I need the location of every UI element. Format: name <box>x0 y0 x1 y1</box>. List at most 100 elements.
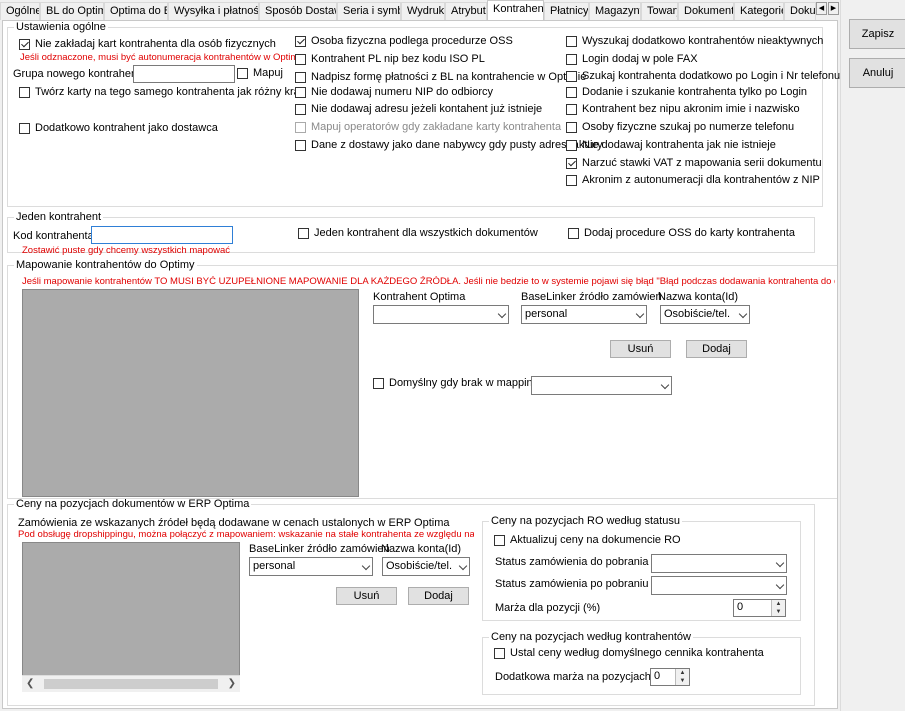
force-vat-label: Narzuć stawki VAT z mapowania serii doku… <box>582 157 822 169</box>
cancel-button[interactable]: Anuluj <box>849 58 905 88</box>
no-address-label: Nie dodawaj adresu jeżeli kontahent już … <box>311 103 543 115</box>
group-input[interactable] <box>133 65 235 83</box>
create-cards-same-checkbox[interactable]: Twórz karty na tego samego kontrahenta j… <box>19 86 302 98</box>
default-price-checkbox[interactable]: Ustal ceny według domyślnego cennika kon… <box>494 647 764 659</box>
mapping-warning: Jeśli mapowanie kontrahentów TO MUSI BYĆ… <box>22 276 835 287</box>
add-oss-checkbox[interactable]: Dodaj procedure OSS do karty kontrahenta <box>568 227 795 239</box>
default-price-label: Ustal ceny według domyślnego cennika kon… <box>510 647 764 659</box>
no-add-if-missing-checkbox[interactable]: Nie dodawaj kontrahenta jak nie istnieje <box>566 139 776 151</box>
tab-atrybuty[interactable]: Atrybuty <box>445 2 487 20</box>
map-operators-checkbox[interactable]: Mapuj operatorów gdy zakładane karty kon… <box>295 121 561 133</box>
oss-private-checkbox[interactable]: Osoba fizyczna podlega procedurze OSS <box>295 35 513 47</box>
scroll-right-icon[interactable]: ❯ <box>228 678 236 689</box>
ro-status-before-select[interactable] <box>651 554 787 573</box>
prices-source-select[interactable]: personal <box>249 557 373 576</box>
chevron-down-icon <box>775 580 785 590</box>
ro-update-label: Aktualizuj ceny na dokumencie RO <box>510 534 681 546</box>
mapping-add-button[interactable]: Dodaj <box>686 340 747 358</box>
code-hint: Zostawić puste gdy chcemy wszystkich map… <box>22 245 231 256</box>
tab-dokumenty[interactable]: Dokumenty <box>678 2 734 20</box>
ro-status-before-label: Status zamówienia do pobrania <box>495 556 649 568</box>
map-label: Mapuj <box>253 67 283 79</box>
map-checkbox[interactable]: Mapuj <box>237 67 283 79</box>
force-vat-checkbox[interactable]: Narzuć stawki VAT z mapowania serii doku… <box>566 157 822 169</box>
default-missing-select[interactable] <box>531 376 672 395</box>
prices-remove-button[interactable]: Usuń <box>336 587 397 605</box>
tab-kategorie[interactable]: Kategorie <box>734 2 784 20</box>
one-for-all-checkbox[interactable]: Jeden kontrahent dla wszystkich dokument… <box>298 227 538 239</box>
no-address-checkbox[interactable]: Nie dodawaj adresu jeżeli kontahent już … <box>295 103 542 115</box>
ro-status-after-select[interactable] <box>651 576 787 595</box>
create-cards-same-label: Twórz karty na tego samego kontrahenta j… <box>35 86 303 98</box>
no-nip-acronym-checkbox[interactable]: Kontrahent bez nipu akronim imie i nazwi… <box>566 103 800 115</box>
ro-status-after-label: Status zamówienia po pobraniu <box>495 578 649 590</box>
private-by-phone-label: Osoby fizyczne szukaj po numerze telefon… <box>582 121 795 133</box>
extra-margin-label: Dodatkowa marża na pozycjach [%] <box>495 671 670 683</box>
right-action-pane: Zapisz Anuluj <box>840 0 905 711</box>
scrollbar-thumb[interactable] <box>44 679 218 689</box>
mapping-contractor-select[interactable] <box>373 305 509 324</box>
mapping-remove-button[interactable]: Usuń <box>610 340 671 358</box>
mapping-source-select[interactable]: personal <box>521 305 647 324</box>
mapping-account-select[interactable]: Osobiście/tel. <box>660 305 750 324</box>
add-search-login-checkbox[interactable]: Dodanie i szukanie kontrahenta tylko po … <box>566 86 807 98</box>
ro-update-checkbox[interactable]: Aktualizuj ceny na dokumencie RO <box>494 534 681 546</box>
oss-private-label: Osoba fizyczna podlega procedurze OSS <box>311 35 513 47</box>
acronym-autonum-checkbox[interactable]: Akronim z autonumeracji dla kontrahentów… <box>566 174 820 186</box>
tab-optima-do-bl[interactable]: Optima do BL <box>104 2 168 20</box>
tab-scroll-right-icon[interactable]: ▶ <box>828 2 839 15</box>
prices-account-select[interactable]: Osobiście/tel. <box>382 557 470 576</box>
search-login-phone-checkbox[interactable]: Szukaj kontrahenta dodatkowo po Login i … <box>566 70 840 82</box>
tab-page-kontrahenci: Ustawienia ogólne Nie zakładaj kart kont… <box>2 20 840 709</box>
prices-source-value: personal <box>253 560 296 572</box>
tab-scroll-left-icon[interactable]: ◀ <box>816 2 827 15</box>
no-cards-private-checkbox[interactable]: Nie zakładaj kart kontrahenta dla osób f… <box>19 38 276 50</box>
mapping-source-value: personal <box>525 308 568 320</box>
map-operators-label: Mapuj operatorów gdy zakładane karty kon… <box>311 121 562 133</box>
tab-dokum[interactable]: Dokum <box>784 2 816 20</box>
search-inactive-label: Wyszukaj dodatkowo kontrahentów nieaktyw… <box>582 35 824 47</box>
tab-bl-do-optima[interactable]: BL do Optima <box>40 2 104 20</box>
tab-towary[interactable]: Towary <box>641 2 678 20</box>
prices-add-button[interactable]: Dodaj <box>408 587 469 605</box>
spin-up-icon[interactable]: ▲ <box>676 669 689 677</box>
supplier-too-label: Dodatkowo kontrahent jako dostawca <box>35 122 218 134</box>
spin-down-icon[interactable]: ▼ <box>772 608 785 616</box>
tab-wydruki[interactable]: Wydruki <box>401 2 445 20</box>
private-by-phone-checkbox[interactable]: Osoby fizyczne szukaj po numerze telefon… <box>566 121 794 133</box>
pl-nip-checkbox[interactable]: Kontrahent PL nip bez kodu ISO PL <box>295 53 485 65</box>
overwrite-payment-label: Nadpisz formę płatności z BL na kontrahe… <box>311 71 587 83</box>
save-button[interactable]: Zapisz <box>849 19 905 49</box>
chevron-down-icon <box>497 309 507 319</box>
login-fax-checkbox[interactable]: Login dodaj w pole FAX <box>566 53 698 65</box>
scroll-left-icon[interactable]: ❮ <box>26 678 34 689</box>
tab-magazyny[interactable]: Magazyny <box>589 2 641 20</box>
tab-platnicy[interactable]: Płatnicy <box>544 2 589 20</box>
extra-margin-spinner[interactable]: 0 ▲ ▼ <box>650 668 690 686</box>
mapping-account-value: Osobiście/tel. <box>664 308 731 320</box>
no-nip-recipient-checkbox[interactable]: Nie dodawaj numeru NIP do odbiorcy <box>295 86 493 98</box>
default-missing-checkbox[interactable]: Domyślny gdy brak w mappingu: <box>373 377 548 389</box>
chevron-down-icon <box>635 309 645 319</box>
ro-margin-spinner[interactable]: 0 ▲ ▼ <box>733 599 786 617</box>
prices-grid[interactable] <box>22 542 240 692</box>
delivery-as-buyer-checkbox[interactable]: Dane z dostawy jako dane nabywcy gdy pus… <box>295 139 603 151</box>
spin-down-icon[interactable]: ▼ <box>676 677 689 685</box>
chevron-down-icon <box>775 558 785 568</box>
search-inactive-checkbox[interactable]: Wyszukaj dodatkowo kontrahentów nieaktyw… <box>566 35 823 47</box>
mapping-col-source: BaseLinker źródło zamówień <box>521 291 662 303</box>
by-contractor-legend: Ceny na pozycjach według kontrahentów <box>491 631 691 643</box>
prices-grid-scrollbar[interactable]: ❮ ❯ <box>22 675 240 692</box>
spin-up-icon[interactable]: ▲ <box>772 600 785 608</box>
tab-kontrahenci[interactable]: Kontrahenci <box>487 0 544 20</box>
chevron-down-icon <box>458 561 468 571</box>
tab-ogolne[interactable]: Ogólne <box>0 2 40 20</box>
supplier-too-checkbox[interactable]: Dodatkowo kontrahent jako dostawca <box>19 122 218 134</box>
mapping-grid[interactable] <box>22 289 359 497</box>
tab-seria-symbol[interactable]: Seria i symbol <box>337 2 401 20</box>
prices-hint: Pod obsługę dropshippingu, można połączy… <box>18 529 474 540</box>
code-input[interactable] <box>91 226 233 244</box>
overwrite-payment-checkbox[interactable]: Nadpisz formę płatności z BL na kontrahe… <box>295 71 586 83</box>
tab-wysylka[interactable]: Wysyłka i płatności <box>168 2 259 20</box>
tab-sposob-dostawy[interactable]: Sposób Dostawy <box>259 2 337 20</box>
